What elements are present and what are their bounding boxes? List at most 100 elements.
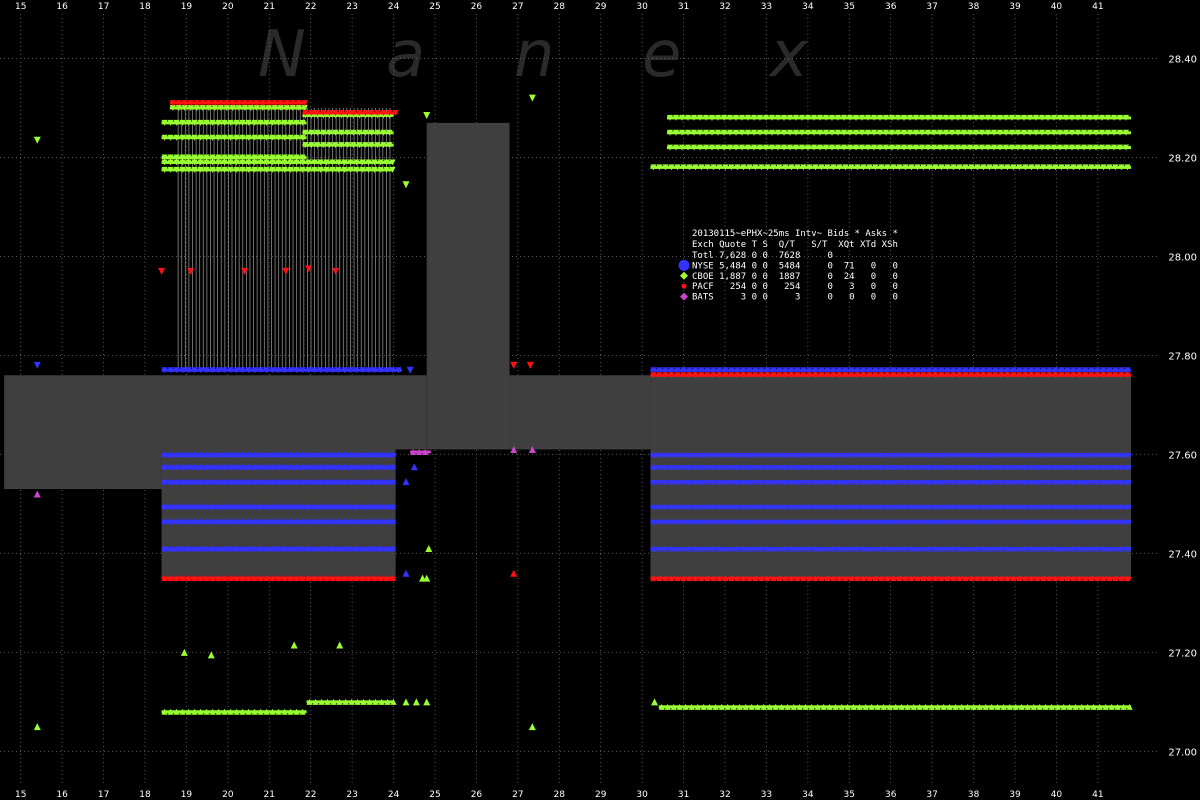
legend-row: CBOE 1,887 0 0 1887 0 24 0 0 (692, 272, 898, 282)
x-tick-label: 16 (56, 790, 68, 800)
watermark-letter: N (258, 18, 306, 92)
quote-point (423, 698, 431, 706)
watermark-letter: e (642, 18, 681, 92)
x-tick-label: 27 (512, 2, 523, 12)
legend-header: Exch Quote T S Q/T S/T XQt XTd XSh (692, 240, 898, 250)
quote-point (510, 569, 518, 577)
x-tick-label: 30 (636, 2, 648, 12)
nbbo-band-segment (426, 122, 510, 450)
quote-point (526, 361, 534, 369)
x-tick-label: 24 (388, 2, 400, 12)
quote-point (528, 723, 536, 731)
quote-point (402, 569, 410, 577)
watermark-letter: x (768, 18, 809, 92)
x-tick-label: 23 (346, 2, 357, 12)
x-tick-label: 33 (761, 2, 772, 12)
x-tick-label: 16 (56, 2, 68, 12)
x-tick-label: 37 (926, 790, 937, 800)
x-tick-label: 36 (885, 790, 897, 800)
x-tick-label: 20 (222, 790, 234, 800)
x-tick-label: 24 (388, 790, 400, 800)
chart-legend: 20130115~ePHX~25ms Intv~ Bids * Asks * E… (678, 229, 898, 303)
x-tick-label: 22 (305, 790, 316, 800)
quote-point (651, 698, 659, 706)
x-tick-label: 22 (305, 2, 316, 12)
x-tick-label: 30 (636, 790, 648, 800)
quote-level-nyse (650, 465, 1131, 469)
x-tick-label: 26 (471, 2, 483, 12)
x-tick-label: 35 (844, 790, 855, 800)
x-tick-label: 34 (802, 790, 814, 800)
legend-marker (680, 271, 688, 280)
watermark-letter: a (386, 18, 425, 92)
quote-point (180, 648, 188, 656)
quote-level-nyse (650, 519, 1131, 523)
quote-point (402, 181, 410, 189)
nbbo-band (4, 122, 1131, 490)
quote-level-pacf (650, 373, 1131, 377)
quote-point (240, 267, 248, 275)
quote-level-nyse (650, 368, 1131, 372)
x-tick-label: 41 (1092, 790, 1103, 800)
nbbo-band-segment (509, 375, 651, 450)
x-tick-label: 21 (264, 790, 275, 800)
quote-point (33, 136, 41, 144)
quote-point (290, 641, 298, 649)
x-tick-label: 28 (554, 2, 566, 12)
quote-point (423, 111, 431, 119)
x-tick-label: 17 (98, 790, 109, 800)
legend-marker (681, 283, 687, 289)
x-tick-label: 32 (719, 790, 730, 800)
quote-level-nyse (650, 504, 1131, 508)
quote-point (412, 698, 420, 706)
quote-level-nyse (161, 368, 402, 372)
x-tick-label: 37 (926, 2, 937, 12)
quote-point (336, 641, 344, 649)
quote-point (187, 267, 195, 275)
x-tick-label: 32 (719, 2, 730, 12)
y-tick-label: 27.80 (1168, 351, 1197, 362)
legend-row: PACF 254 0 0 254 0 3 0 0 (692, 282, 898, 292)
quote-point (425, 544, 433, 552)
x-axis-top: 15 16 17 18 19 20 21 22 23 24 25 26 27 28 29 30 31 32 33 34… (15, 2, 1104, 12)
legend-marker (680, 292, 688, 301)
nanex-watermark: Na n e x (258, 18, 809, 92)
quote-point (406, 366, 414, 374)
x-tick-label: 35 (844, 2, 855, 12)
legend-marker (678, 259, 690, 271)
x-tick-label: 26 (471, 790, 483, 800)
quote-point (33, 490, 41, 498)
quote-level-pacf (650, 576, 1131, 580)
trade-lines (177, 108, 391, 371)
quote-point (33, 723, 41, 731)
x-tick-label: 41 (1092, 2, 1103, 12)
x-tick-label: 20 (222, 2, 234, 12)
quote-point (528, 94, 536, 102)
x-tick-label: 38 (968, 790, 980, 800)
quote-level-nyse (650, 452, 1131, 456)
legend-row: BATS 3 0 0 3 0 0 0 0 (692, 293, 898, 303)
x-tick-label: 23 (346, 790, 357, 800)
quote-point (402, 478, 410, 486)
x-tick-label: 27 (512, 790, 523, 800)
y-tick-label: 27.40 (1168, 549, 1197, 560)
y-tick-label: 28.00 (1168, 252, 1197, 263)
x-tick-label: 15 (15, 790, 26, 800)
x-tick-label: 17 (98, 2, 109, 12)
x-tick-label: 25 (429, 790, 440, 800)
x-tick-label: 40 (1051, 790, 1063, 800)
x-tick-label: 21 (264, 2, 275, 12)
quote-point (510, 361, 518, 369)
legend-row: Totl 7,628 0 0 7628 0 (692, 251, 833, 261)
x-tick-label: 19 (181, 2, 193, 12)
y-axis: 28.40 28.20 28.00 27.80 27.60 27.40 27.20 27.00 (1168, 55, 1197, 759)
nbbo-band-segment (161, 375, 427, 450)
quote-level-nyse (650, 480, 1131, 484)
quote-level-cboe (650, 165, 1131, 169)
x-tick-label: 18 (139, 790, 151, 800)
x-tick-label: 29 (595, 2, 607, 12)
x-tick-label: 19 (181, 790, 193, 800)
nbbo-band-segment (4, 375, 162, 490)
x-axis-bottom: 15 16 17 18 19 20 21 22 23 24 25 26 27 28 29 30 31 32 33 34… (15, 790, 1104, 800)
x-tick-label: 40 (1051, 2, 1063, 12)
